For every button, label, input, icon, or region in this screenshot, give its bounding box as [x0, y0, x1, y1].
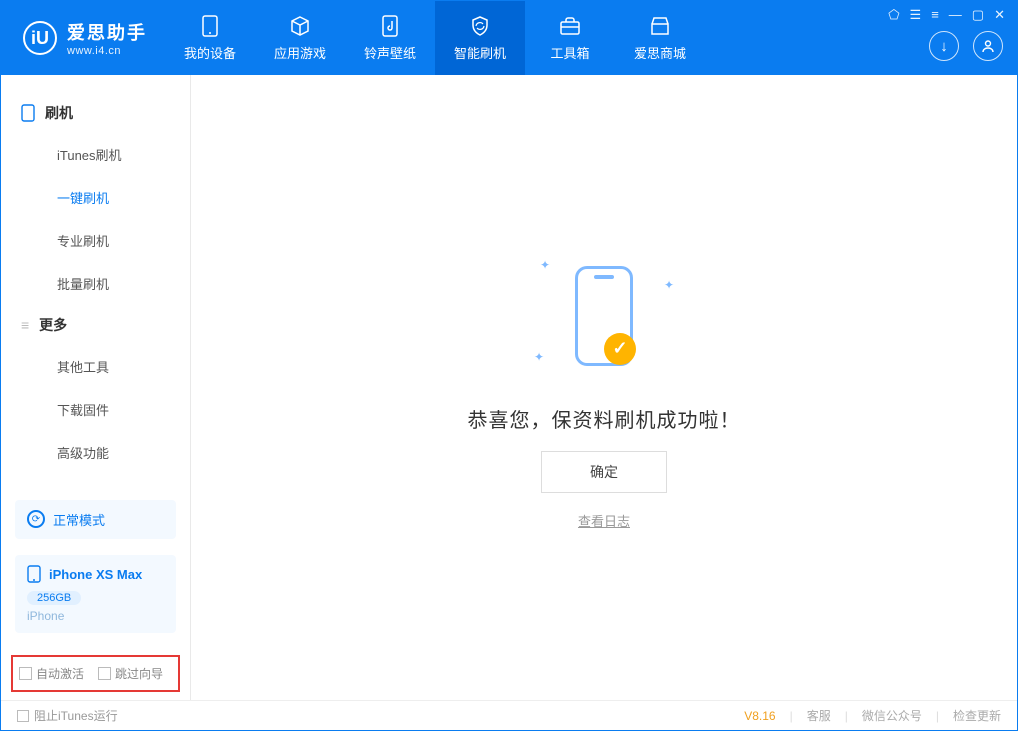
list-icon: ≡ — [21, 317, 29, 333]
sidebar-item-itunes[interactable]: iTunes刷机 — [1, 133, 190, 176]
store-icon — [649, 15, 671, 37]
sidebar-item-firmware[interactable]: 下载固件 — [1, 388, 190, 431]
checkbox-icon — [19, 667, 32, 680]
phone-outline-icon — [21, 104, 35, 122]
checkbox-icon — [17, 710, 29, 722]
menu-icon[interactable]: ≡ — [931, 7, 939, 23]
check-update-link[interactable]: 检查更新 — [953, 707, 1001, 724]
tab-ringtones[interactable]: 铃声壁纸 — [345, 1, 435, 75]
device-phone-icon — [27, 565, 41, 583]
version-label: V8.16 — [744, 709, 775, 723]
tab-tools[interactable]: 工具箱 — [525, 1, 615, 75]
maximize-button[interactable]: ▢ — [972, 7, 984, 23]
sidebar: 刷机 iTunes刷机 一键刷机 专业刷机 批量刷机 ≡ 更多 其他工具 下载固… — [1, 75, 191, 700]
options-highlight: 自动激活 跳过向导 — [11, 655, 180, 692]
tab-device[interactable]: 我的设备 — [165, 1, 255, 75]
support-link[interactable]: 客服 — [807, 707, 831, 724]
ok-button[interactable]: 确定 — [541, 451, 667, 493]
close-button[interactable]: ✕ — [994, 7, 1005, 23]
content-pane: ✦ ✦ ✦ ✓ 恭喜您，保资料刷机成功啦！ 确定 查看日志 — [191, 75, 1017, 700]
mode-icon: ⟳ — [27, 510, 45, 528]
main-area: 刷机 iTunes刷机 一键刷机 专业刷机 批量刷机 ≡ 更多 其他工具 下载固… — [1, 75, 1017, 700]
tab-apps[interactable]: 应用游戏 — [255, 1, 345, 75]
checkbox-block-itunes-label: 阻止iTunes运行 — [34, 707, 118, 724]
settings-icon[interactable]: ☰ — [910, 7, 922, 23]
phone-icon — [199, 15, 221, 37]
status-bar: 阻止iTunes运行 V8.16 | 客服 | 微信公众号 | 检查更新 — [1, 700, 1017, 730]
app-logo: iU 爱思助手 www.i4.cn — [1, 1, 165, 75]
success-illustration: ✦ ✦ ✦ ✓ — [534, 246, 674, 386]
checkbox-skip-guide-label: 跳过向导 — [115, 665, 163, 682]
device-storage-badge: 256GB — [27, 591, 81, 605]
tab-store-label: 爱思商城 — [634, 43, 686, 62]
mode-label: 正常模式 — [53, 510, 105, 529]
shield-rotate-icon — [469, 15, 491, 37]
sidebar-item-pro[interactable]: 专业刷机 — [1, 219, 190, 262]
window-controls: ⬠ ☰ ≡ — ▢ ✕ — [876, 1, 1017, 29]
download-icon[interactable]: ↓ — [929, 31, 959, 61]
user-icon[interactable] — [973, 31, 1003, 61]
phone-graphic: ✓ — [575, 266, 633, 366]
device-name: iPhone XS Max — [49, 567, 142, 582]
view-log-link[interactable]: 查看日志 — [578, 511, 630, 530]
app-header: iU 爱思助手 www.i4.cn 我的设备 应用游戏 铃声壁纸 智能刷机 工具… — [1, 1, 1017, 75]
device-type: iPhone — [27, 609, 64, 623]
tab-device-label: 我的设备 — [184, 43, 236, 62]
success-message: 恭喜您，保资料刷机成功啦！ — [468, 404, 741, 433]
sparkle-icon: ✦ — [534, 350, 544, 364]
toolbox-icon — [559, 15, 581, 37]
tab-store[interactable]: 爱思商城 — [615, 1, 705, 75]
sidebar-group-more-label: 更多 — [39, 315, 67, 335]
checkbox-block-itunes[interactable]: 阻止iTunes运行 — [17, 707, 118, 724]
sidebar-group-flash-label: 刷机 — [45, 103, 73, 123]
sidebar-group-flash: 刷机 — [1, 93, 190, 133]
sparkle-icon: ✦ — [540, 258, 550, 272]
tab-flash[interactable]: 智能刷机 — [435, 1, 525, 75]
sidebar-item-oneclick[interactable]: 一键刷机 — [1, 176, 190, 219]
header-actions: ↓ — [929, 31, 1003, 61]
sparkle-icon: ✦ — [664, 278, 674, 292]
mode-indicator[interactable]: ⟳ 正常模式 — [15, 500, 176, 539]
checkbox-skip-guide[interactable]: 跳过向导 — [98, 665, 163, 682]
tab-flash-label: 智能刷机 — [454, 43, 506, 62]
sidebar-item-advanced[interactable]: 高级功能 — [1, 431, 190, 474]
logo-icon: iU — [23, 21, 57, 55]
main-tabs: 我的设备 应用游戏 铃声壁纸 智能刷机 工具箱 爱思商城 — [165, 1, 705, 75]
checkmark-badge-icon: ✓ — [604, 333, 636, 365]
tab-ringtones-label: 铃声壁纸 — [364, 43, 416, 62]
checkbox-icon — [98, 667, 111, 680]
wechat-link[interactable]: 微信公众号 — [862, 707, 922, 724]
shirt-icon[interactable]: ⬠ — [888, 7, 899, 23]
sidebar-group-more: ≡ 更多 — [1, 305, 190, 345]
device-card[interactable]: iPhone XS Max 256GB iPhone — [15, 555, 176, 633]
checkbox-auto-activate-label: 自动激活 — [36, 665, 84, 682]
app-name: 爱思助手 — [67, 19, 147, 45]
app-url: www.i4.cn — [67, 45, 147, 57]
music-icon — [379, 15, 401, 37]
checkbox-auto-activate[interactable]: 自动激活 — [19, 665, 84, 682]
minimize-button[interactable]: — — [949, 7, 962, 23]
cube-icon — [289, 15, 311, 37]
tab-apps-label: 应用游戏 — [274, 43, 326, 62]
sidebar-item-batch[interactable]: 批量刷机 — [1, 262, 190, 305]
sidebar-item-othertools[interactable]: 其他工具 — [1, 345, 190, 388]
tab-tools-label: 工具箱 — [550, 43, 589, 62]
